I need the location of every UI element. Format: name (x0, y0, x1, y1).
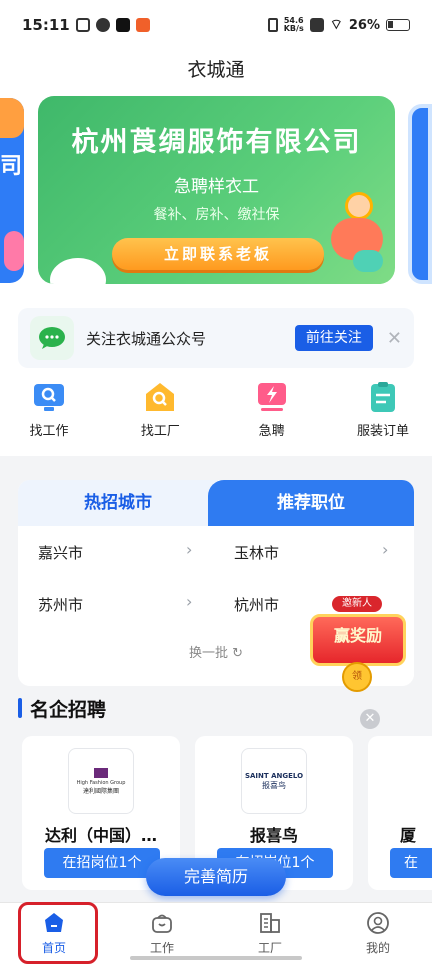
quick-nav-find-factory[interactable]: 找工厂 (121, 380, 199, 440)
company-card[interactable]: 厦 在 (368, 736, 432, 890)
tiktok-icon (115, 18, 130, 32)
vibrate-icon (267, 18, 278, 32)
banner-company-name: 杭州莨绸服饰有限公司 (71, 127, 362, 158)
close-icon[interactable]: ✕ (360, 709, 380, 729)
complete-resume-button[interactable]: 完善简历 (146, 858, 286, 896)
bottom-nav-home[interactable]: 首页 (0, 903, 108, 964)
profile-icon (366, 911, 390, 935)
city-item[interactable]: 嘉兴市 (38, 542, 83, 563)
contact-boss-button[interactable]: 立即联系老板 (112, 238, 324, 270)
page-title: 衣城通 (0, 50, 432, 90)
recruitment-banner[interactable]: 杭州莨绸服饰有限公司 急聘样衣工 餐补、房补、缴社保 立即联系老板 (38, 96, 395, 284)
banner-prev-slide[interactable]: 司 (0, 98, 24, 283)
reward-coin: 领 (342, 662, 372, 692)
quick-nav-label: 找工厂 (140, 424, 180, 439)
bottom-nav-factory[interactable]: 工厂 (216, 903, 324, 964)
bottom-nav-work[interactable]: 工作 (108, 903, 216, 964)
section-title-text: 名企招聘 (30, 698, 107, 721)
company-logo: High Fashion Group 達利國際集團 (68, 748, 134, 814)
home-indicator[interactable] (130, 956, 302, 960)
city-item[interactable]: 杭州市 (234, 594, 279, 615)
status-bar: 15:11 54.6 KB/s ⌔ 26% (0, 0, 432, 50)
tab-recommended-jobs[interactable]: 推荐职位 (208, 480, 414, 526)
wifi-icon: ⌔ (329, 17, 343, 33)
monitor-search-icon (32, 380, 66, 414)
wechat-icon (30, 316, 74, 360)
status-time: 15:11 (22, 16, 70, 34)
home-icon (42, 911, 66, 935)
banner-decoration (0, 98, 24, 138)
go-follow-button[interactable]: 前往关注 (294, 325, 373, 351)
gallery-icon (75, 18, 90, 32)
quick-nav: 找工作 找工厂 急聘 服装订单 (0, 380, 432, 440)
invite-reward-badge[interactable]: 邀新人 赢奖励 领 (302, 592, 412, 696)
section-accent-bar (18, 698, 22, 718)
company-name: 报喜鸟 (249, 826, 298, 845)
bottom-nav: 首页 工作 工厂 我的 (0, 902, 432, 964)
link-icon (95, 18, 110, 32)
follow-official-account-bar[interactable]: 关注衣城通公众号 前往关注 ✕ (18, 308, 414, 368)
quick-nav-label: 急聘 (258, 424, 285, 439)
building-icon (258, 911, 282, 935)
app-notification-icon (135, 18, 150, 32)
quick-nav-label: 服装订单 (356, 424, 409, 439)
sim-off-icon (309, 18, 324, 32)
factory-search-icon (143, 380, 177, 414)
quick-nav-urgent[interactable]: 急聘 (233, 380, 311, 440)
banner-decoration (4, 231, 24, 271)
battery-percent: 26% (348, 17, 380, 33)
character-illustration (327, 192, 387, 272)
bottom-nav-label: 工作 (149, 941, 174, 955)
city-item[interactable]: 苏州市 (38, 594, 83, 615)
briefcase-icon (150, 911, 174, 935)
bottom-nav-mine[interactable]: 我的 (324, 903, 432, 964)
open-positions-button[interactable]: 在 (390, 848, 432, 878)
chevron-right-icon: › (186, 540, 193, 559)
follow-text: 关注衣城通公众号 (86, 329, 207, 348)
company-logo: SAINT ANGELO 报喜鸟 (241, 748, 307, 814)
network-speed: 54.6 KB/s (283, 16, 304, 33)
close-icon[interactable]: ✕ (387, 328, 402, 349)
battery-icon (386, 19, 410, 31)
city-item[interactable]: 玉林市 (234, 542, 279, 563)
quick-nav-find-job[interactable]: 找工作 (10, 380, 88, 440)
section-title: 名企招聘 (18, 696, 107, 721)
lightning-screen-icon (255, 380, 289, 414)
reward-pill: 邀新人 (332, 596, 382, 612)
reward-text: 赢奖励 (333, 626, 382, 645)
banner-next-slide[interactable] (408, 104, 432, 284)
company-name: 达利（中国）… (44, 826, 157, 845)
quick-nav-orders[interactable]: 服装订单 (344, 380, 422, 440)
quick-nav-label: 找工作 (29, 424, 69, 439)
company-name: 厦 (400, 826, 417, 845)
top-section: 司 杭州莨绸服饰有限公司 急聘样衣工 餐补、房补、缴社保 立即联系老板 关注衣城… (0, 90, 432, 456)
chevron-right-icon: › (382, 540, 389, 559)
chevron-right-icon: › (186, 592, 193, 611)
bottom-nav-label: 我的 (365, 941, 390, 955)
order-list-icon (366, 380, 400, 414)
bottom-nav-label: 工厂 (257, 941, 282, 955)
tab-hot-cities[interactable]: 热招城市 (18, 480, 218, 526)
cloud-decoration (50, 258, 106, 284)
open-positions-button[interactable]: 在招岗位1个 (44, 848, 160, 878)
side-banner-text: 司 (0, 154, 23, 179)
bottom-nav-label: 首页 (41, 941, 66, 955)
